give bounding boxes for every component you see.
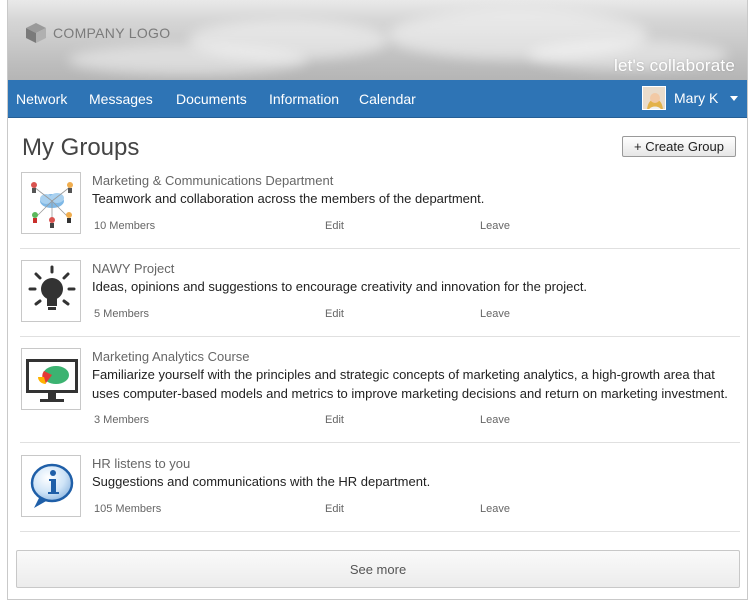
group-edit-link[interactable]: Edit <box>325 503 344 515</box>
group-leave-link[interactable]: Leave <box>480 220 510 232</box>
monitor-chart-icon[interactable] <box>21 348 81 410</box>
group-name-link[interactable]: NAWY Project <box>92 261 174 276</box>
group-members-count[interactable]: 105 Members <box>94 503 161 515</box>
group-item: Marketing Analytics Course Familiarize y… <box>20 346 740 443</box>
lightbulb-icon[interactable] <box>21 260 81 322</box>
app-frame: COMPANY LOGO let's collaborate Network M… <box>7 0 748 600</box>
nav-item-information[interactable]: Information <box>269 91 339 107</box>
group-members-count[interactable]: 5 Members <box>94 308 149 320</box>
info-bubble-icon[interactable] <box>21 455 81 517</box>
nav-item-documents[interactable]: Documents <box>176 91 247 107</box>
user-name: Mary K <box>674 90 719 106</box>
group-description: Suggestions and communications with the … <box>92 474 431 489</box>
main-nav: Network Messages Documents Information C… <box>8 80 747 118</box>
group-description: Teamwork and collaboration across the me… <box>92 191 485 206</box>
group-name-link[interactable]: Marketing & Communications Department <box>92 173 333 188</box>
company-logo[interactable]: COMPANY LOGO <box>25 22 170 44</box>
group-item: Marketing & Communications Department Te… <box>20 170 740 249</box>
nav-item-messages[interactable]: Messages <box>89 91 153 107</box>
group-description: Familiarize yourself with the principles… <box>92 367 728 401</box>
group-leave-link[interactable]: Leave <box>480 414 510 426</box>
group-item: NAWY Project Ideas, opinions and suggest… <box>20 258 740 337</box>
group-edit-link[interactable]: Edit <box>325 414 344 426</box>
create-group-button[interactable]: + Create Group <box>622 136 736 157</box>
tagline: let's collaborate <box>614 56 735 75</box>
avatar <box>642 86 666 110</box>
group-name-link[interactable]: Marketing Analytics Course <box>92 349 250 364</box>
group-edit-link[interactable]: Edit <box>325 308 344 320</box>
group-leave-link[interactable]: Leave <box>480 503 510 515</box>
nav-item-network[interactable]: Network <box>16 91 67 107</box>
page-title: My Groups <box>22 134 140 161</box>
group-leave-link[interactable]: Leave <box>480 308 510 320</box>
user-menu[interactable]: Mary K <box>642 86 739 110</box>
logo-text: COMPANY LOGO <box>53 25 171 41</box>
chevron-down-icon <box>730 95 739 101</box>
see-more-button[interactable]: See more <box>16 550 740 588</box>
group-item: HR listens to you Suggestions and commun… <box>20 453 740 532</box>
cube-logo-icon <box>26 23 46 43</box>
group-name-link[interactable]: HR listens to you <box>92 456 190 471</box>
group-members-count[interactable]: 3 Members <box>94 414 149 426</box>
nav-item-calendar[interactable]: Calendar <box>359 91 416 107</box>
header-banner: COMPANY LOGO let's collaborate <box>8 0 747 80</box>
team-network-icon[interactable] <box>21 172 81 234</box>
group-edit-link[interactable]: Edit <box>325 220 344 232</box>
group-description: Ideas, opinions and suggestions to encou… <box>92 279 588 294</box>
group-members-count[interactable]: 10 Members <box>94 220 155 232</box>
